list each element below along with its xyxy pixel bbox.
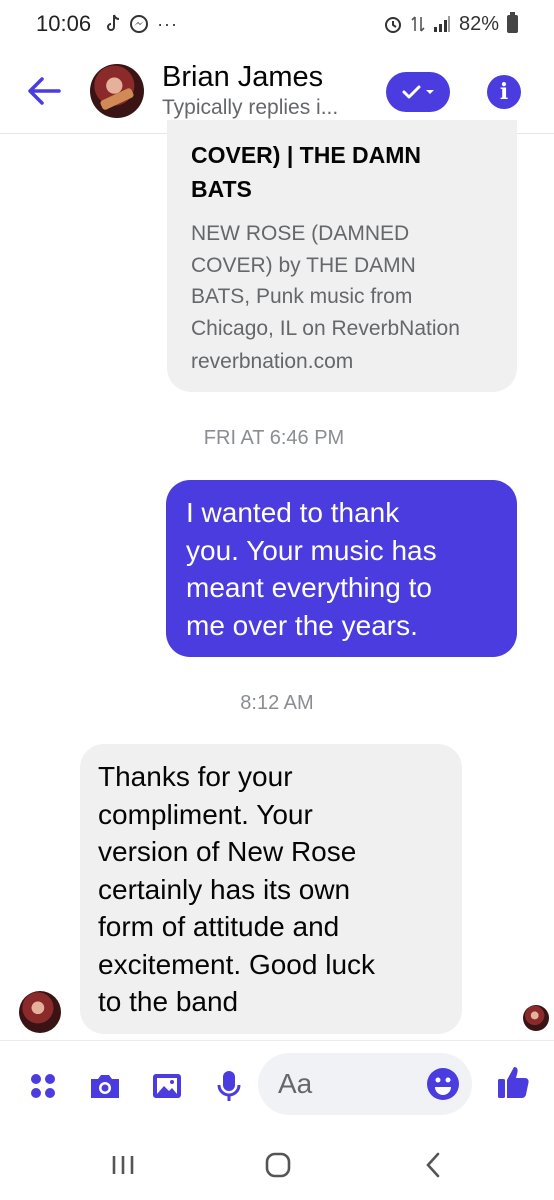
- outgoing-message[interactable]: I wanted to thank you. Your music has me…: [166, 480, 517, 657]
- timestamp: FRI AT 6:46 PM: [203, 427, 345, 449]
- data-icon: [411, 16, 425, 32]
- emoji-icon: [427, 1068, 459, 1100]
- camera-button[interactable]: [88, 1069, 122, 1103]
- incoming-message[interactable]: Thanks for your compliment. Your version…: [80, 744, 462, 1034]
- timestamp: 8:12 AM: [240, 692, 314, 714]
- back-arrow-icon: [28, 76, 61, 105]
- system-back-button[interactable]: [413, 1148, 453, 1182]
- status-time: 10:06: [36, 11, 92, 36]
- contact-info[interactable]: Brian James Typically replies i...: [162, 60, 362, 122]
- microphone-icon: [217, 1071, 241, 1101]
- thumbs-up-icon: [498, 1067, 529, 1098]
- composer-bar: Aa: [0, 1040, 554, 1130]
- home-icon: [265, 1152, 291, 1178]
- info-button[interactable]: i: [487, 75, 521, 109]
- tiktok-icon: [107, 14, 120, 31]
- message-placeholder: Aa: [278, 1068, 313, 1099]
- gallery-button[interactable]: [150, 1069, 184, 1103]
- recents-icon: [112, 1156, 134, 1174]
- like-button[interactable]: [496, 1065, 530, 1099]
- signal-icon: [433, 16, 450, 32]
- info-icon: i: [499, 79, 509, 105]
- contact-subtitle: Typically replies i...: [162, 95, 339, 119]
- seen-indicator-avatar: [523, 1005, 549, 1031]
- link-domain: reverbnation.com: [191, 350, 354, 373]
- voice-button[interactable]: [212, 1069, 246, 1103]
- contact-name: Brian James: [162, 60, 324, 93]
- home-button[interactable]: [258, 1148, 298, 1182]
- menu-dots-icon: [31, 1074, 55, 1098]
- status-bar: 10:06 ··· 82%: [0, 0, 554, 48]
- camera-icon: [91, 1075, 119, 1098]
- image-icon: [153, 1074, 181, 1098]
- link-preview-card[interactable]: COVER) | THE DAMN BATS NEW ROSE (DAMNED …: [167, 120, 517, 392]
- message-input[interactable]: Aa: [258, 1053, 472, 1115]
- battery-percent: 82%: [458, 12, 499, 35]
- back-icon: [426, 1152, 440, 1178]
- more-notifications-icon: ···: [157, 13, 179, 34]
- check-icon: [402, 85, 434, 99]
- recents-button[interactable]: [103, 1148, 143, 1182]
- sender-avatar[interactable]: [19, 991, 61, 1033]
- link-title: COVER) | THE DAMN BATS: [191, 142, 422, 202]
- mark-read-button[interactable]: [386, 72, 450, 112]
- contact-avatar[interactable]: [90, 63, 144, 118]
- emoji-button[interactable]: [426, 1067, 460, 1101]
- link-description: NEW ROSE (DAMNED COVER) by THE DAMN BATS…: [191, 222, 460, 340]
- more-actions-button[interactable]: [26, 1069, 60, 1103]
- back-button[interactable]: [20, 67, 68, 115]
- system-nav-bar: [0, 1130, 554, 1200]
- alarm-icon: [384, 17, 401, 33]
- battery-icon: [507, 12, 518, 33]
- messenger-icon: [130, 15, 149, 33]
